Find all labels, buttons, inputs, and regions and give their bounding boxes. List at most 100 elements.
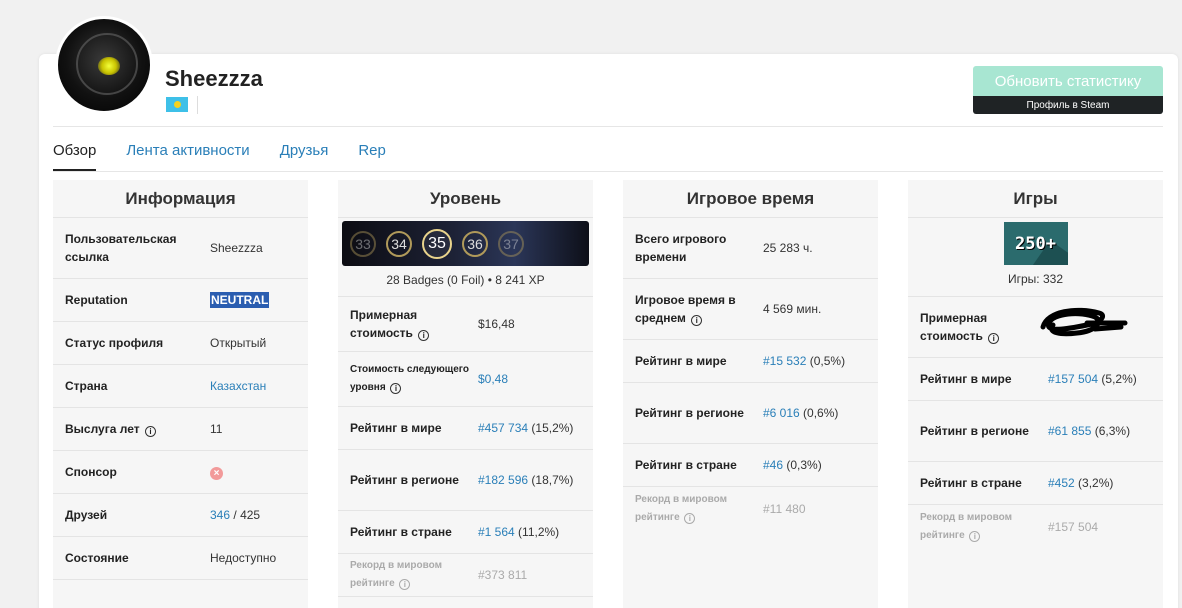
total-playtime-label: Всего игрового времени [635,232,727,264]
tab-friends[interactable]: Друзья [280,140,329,171]
world-rank-percent: (0,5%) [809,354,846,368]
info-icon[interactable]: i [390,383,402,394]
username: Sheezzza [165,66,263,91]
world-rank-label: Рейтинг в мире [350,421,442,435]
level-panel: Уровень 33 34 35 36 37 28 Badges (0 Foil… [338,180,593,608]
avg-playtime-label: Игровое время в среднем [635,293,736,325]
avatar-glow [98,57,120,75]
friends-total: 425 [240,508,261,522]
friends-row: Друзей 346 / 425 [53,494,308,537]
years-row: Выслуга лет i 11 [53,408,308,451]
country-rank-percent: (0,3%) [786,458,822,472]
region-rank-percent: (6,3%) [1094,424,1131,438]
level-cost-label: Примерная стоимость [350,308,418,340]
info-icon[interactable]: i [399,579,411,590]
playtime-panel: Игровое время Всего игрового времени 25 … [623,180,878,608]
level-circle: 33 [350,230,376,257]
country-rank-label: Рейтинг в стране [635,458,737,472]
record-label: Рекорд в мировом рейтинге [920,511,1013,541]
steam-profile-link[interactable]: Профиль в Steam [973,96,1163,114]
tab-activity-feed[interactable]: Лента активности [126,140,249,171]
games-region-rank-row: Рейтинг в регионе #61 855 (6,3%) [908,401,1163,462]
panel-title: Уровень [338,180,593,218]
avatar[interactable] [55,16,153,114]
level-strip: 33 34 35 36 37 [342,221,589,266]
update-stats-button[interactable]: Обновить статистику [973,66,1163,96]
reputation-badge: NEUTRAL [210,292,270,308]
world-rank-link[interactable]: #15 532 [763,354,806,368]
country-rank-link[interactable]: #1 564 [478,525,515,539]
record-label: Рекорд в мировом рейтинге [350,560,443,589]
friends-count-link[interactable]: 346 [210,508,230,522]
profile-status-row: Статус профиля Открытый [53,322,308,365]
region-rank-percent: (0,6%) [803,406,839,420]
level-record-row: Рекорд в мировом рейтинге i #373 811 [338,554,593,597]
region-rank-percent: (18,7%) [531,473,574,487]
custom-url-label: Пользовательская ссылка [65,232,177,264]
games-panel: Игры 250+ Игры: 332 Примерная стоимость … [908,180,1163,608]
world-rank-percent: (15,2%) [531,421,574,435]
panel-title: Игры [908,180,1163,218]
info-icon[interactable]: i [988,333,1000,344]
info-icon[interactable]: i [691,315,703,326]
custom-url-value: Sheezzza [210,241,263,255]
level-circle: 34 [386,230,412,257]
kazakhstan-flag-icon [166,97,188,112]
tab-rep[interactable]: Rep [358,140,386,171]
record-value: #373 811 [478,568,528,582]
world-rank-link[interactable]: #157 504 [1048,372,1098,386]
info-icon[interactable]: i [144,426,156,437]
games-world-rank-row: Рейтинг в мире #157 504 (5,2%) [908,358,1163,401]
sponsor-row: Спонсор × [53,451,308,494]
tab-overview[interactable]: Обзор [53,140,97,171]
info-panel: Информация Пользовательская ссылка Sheez… [53,180,308,608]
redaction-scribble [1040,307,1128,337]
country-link[interactable]: Казахстан [210,379,266,393]
panel-title: Информация [53,180,308,218]
profile-status-label: Статус профиля [65,336,164,350]
country-rank-link[interactable]: #46 [763,458,783,472]
profile-tabs: Обзор Лента активности Друзья Rep [53,140,416,171]
playtime-world-rank-row: Рейтинг в мире #15 532 (0,5%) [623,340,878,383]
games-country-rank-row: Рейтинг в стране #452 (3,2%) [908,462,1163,505]
reputation-label: Reputation [65,293,128,307]
region-rank-label: Рейтинг в регионе [350,473,459,487]
level-cost-value: $16,48 [478,317,515,331]
reputation-row: Reputation NEUTRAL [53,279,308,322]
region-rank-link[interactable]: #182 596 [478,473,528,487]
games-count: Игры: 332 [908,265,1163,297]
level-circle: 36 [462,230,488,257]
divider [53,126,1163,127]
next-level-cost-link[interactable]: $0,48 [478,372,508,386]
next-level-cost-row: Стоимость следующего уровня i $0,48 [338,352,593,407]
badges-xp-line: 28 Badges (0 Foil) • 8 241 XP [338,266,593,297]
record-label: Рекорд в мировом рейтинге [635,493,728,523]
custom-url-row: Пользовательская ссылка Sheezzza [53,218,308,279]
country-label: Страна [65,379,108,393]
country-rank-label: Рейтинг в стране [920,476,1022,490]
games-cost-label: Примерная стоимость [920,311,988,343]
level-region-rank-row: Рейтинг в регионе #182 596 (18,7%) [338,450,593,511]
panel-title: Игровое время [623,180,878,218]
divider [197,96,198,114]
games-count-badge-icon: 250+ [1003,222,1068,265]
region-rank-link[interactable]: #61 855 [1048,424,1091,438]
country-row: Страна Казахстан [53,365,308,408]
state-label: Состояние [65,551,129,565]
total-playtime-row: Всего игрового времени 25 283 ч. [623,218,878,279]
close-icon: × [210,466,223,480]
world-rank-percent: (5,2%) [1101,372,1137,386]
profile-status-value: Открытый [210,336,267,350]
region-rank-label: Рейтинг в регионе [920,424,1029,438]
region-rank-label: Рейтинг в регионе [635,406,744,420]
record-value: #157 504 [1048,519,1099,534]
divider [53,171,1163,172]
info-icon[interactable]: i [684,512,696,524]
info-icon[interactable]: i [969,530,981,542]
playtime-record-row: Рекорд в мировом рейтинге i #11 480 [623,487,878,530]
world-rank-link[interactable]: #457 734 [478,421,528,435]
country-rank-link[interactable]: #452 [1048,476,1075,490]
info-icon[interactable]: i [418,330,430,341]
region-rank-link[interactable]: #6 016 [763,406,800,420]
world-rank-label: Рейтинг в мире [920,372,1012,386]
